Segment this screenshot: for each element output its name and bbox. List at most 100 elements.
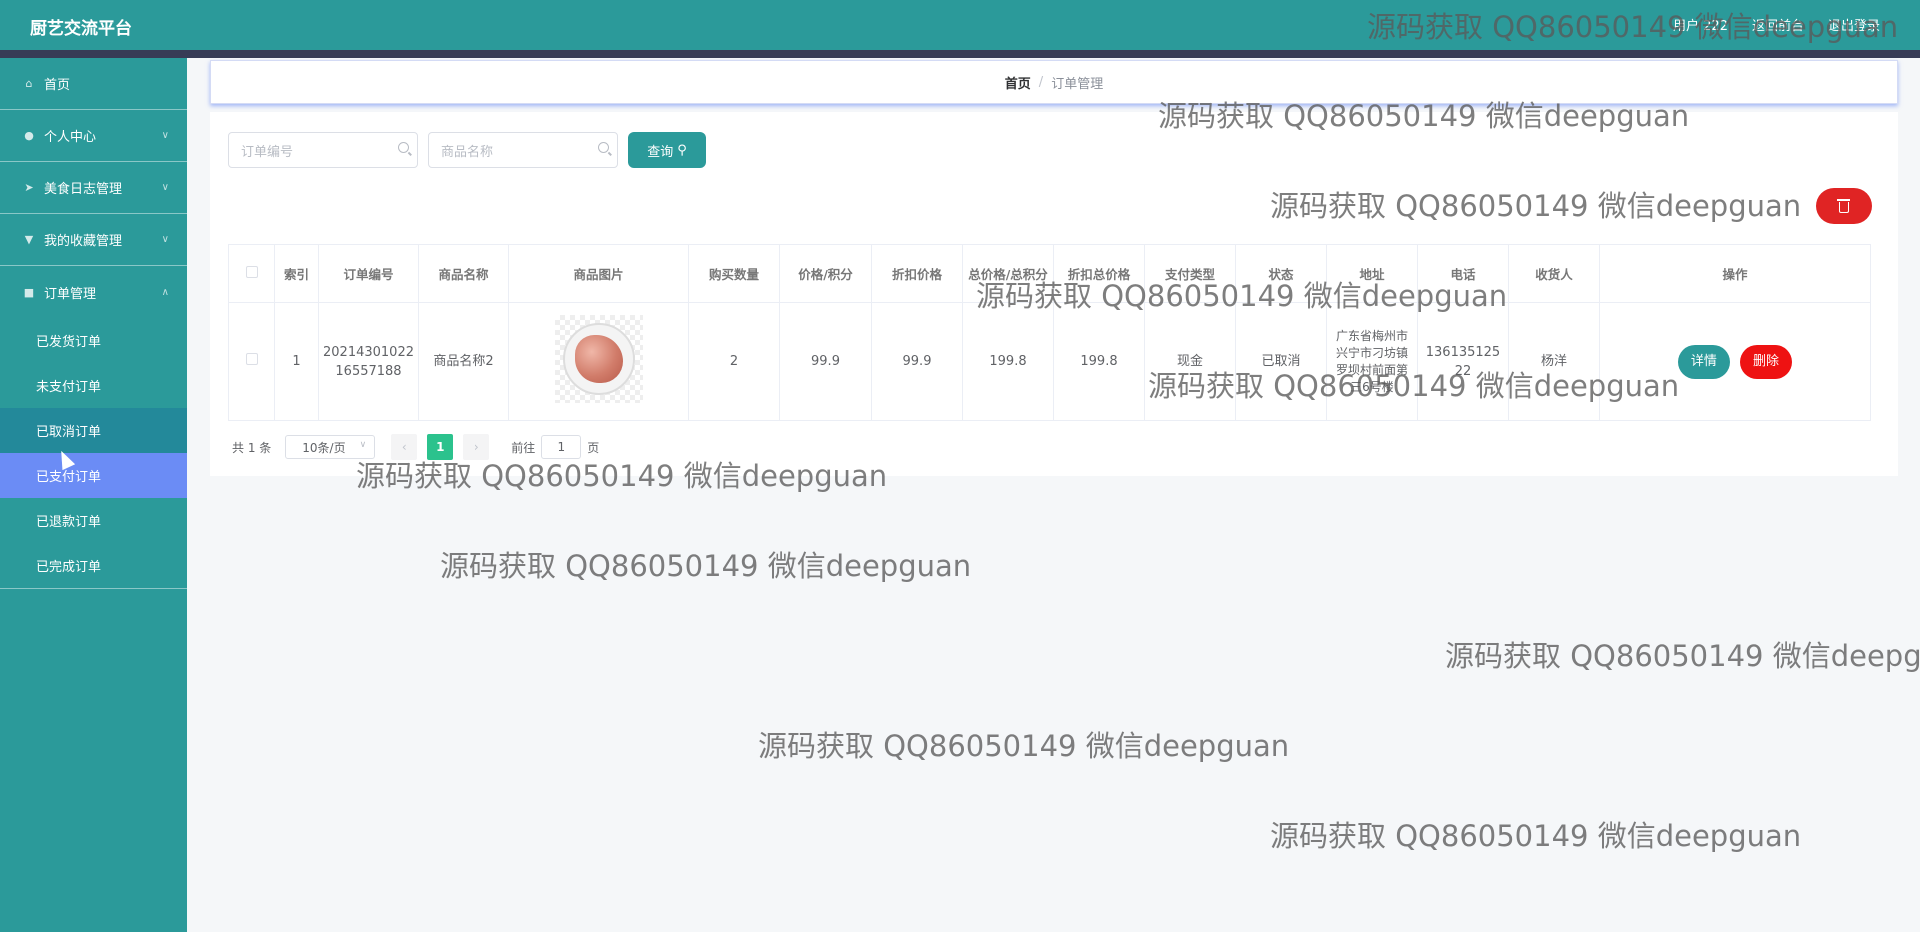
sidebar-subitem-shipped[interactable]: 已发货订单	[0, 318, 187, 363]
product-image[interactable]	[554, 314, 643, 403]
search-icon	[398, 142, 409, 153]
select-all-cell[interactable]	[228, 244, 275, 303]
sidebar-item-personal[interactable]: ● 个人中心 ∨	[0, 110, 187, 162]
send-icon: ➤	[24, 181, 34, 194]
column-header: 购买数量	[688, 244, 780, 303]
front-page-link[interactable]: 返回前台	[1752, 15, 1804, 34]
query-button-label: 查询	[647, 144, 674, 160]
sidebar-item-food-log[interactable]: ➤ 美食日志管理 ∨	[0, 162, 187, 214]
batch-delete-button[interactable]	[1816, 188, 1872, 224]
sidebar-subitem-paid[interactable]: 已支付订单	[0, 453, 187, 498]
sidebar-item-label: 我的收藏管理	[44, 234, 123, 249]
query-button[interactable]: 查询 ⚲	[628, 132, 706, 168]
address-cell: 广东省梅州市兴宁市刁坊镇罗坝村前面第三6号楼	[1326, 302, 1418, 421]
order-no-placeholder: 订单编号	[241, 144, 294, 160]
column-header: 价格/积分	[779, 244, 872, 303]
content-panel: 订单编号 商品名称 查询 ⚲ 索引 订单编号 商品名称 商品图片 购买数量 价格…	[210, 112, 1898, 476]
goto-suffix: 页	[587, 440, 600, 455]
column-header: 索引	[274, 244, 319, 303]
select-all-checkbox[interactable]	[245, 266, 258, 278]
column-header: 商品图片	[508, 244, 689, 303]
sidebar: ⌂ 首页 ● 个人中心 ∨ ➤ 美食日志管理 ∨ ▼ 我的收藏管理 ∨ ■ 订单…	[0, 58, 187, 932]
column-header: 收货人	[1508, 244, 1600, 303]
breadcrumb-separator: /	[1038, 74, 1044, 90]
trash-icon	[1837, 199, 1850, 213]
sidebar-subitem-cancelled[interactable]: 已取消订单	[0, 408, 187, 453]
table-row: 1 2021430102216557188 商品名称2 2 99.9 99.9 …	[228, 302, 1871, 421]
receiver-cell: 杨洋	[1508, 302, 1600, 421]
actions-cell: 详情 删除	[1599, 302, 1871, 421]
column-header: 总价格/总积分	[962, 244, 1054, 303]
column-header: 电话	[1417, 244, 1509, 303]
sidebar-item-label: 个人中心	[44, 130, 97, 145]
home-icon: ⌂	[25, 77, 33, 90]
product-image-cell	[508, 302, 689, 421]
pay-type-cell: 现金	[1144, 302, 1236, 421]
sidebar-subitem-completed[interactable]: 已完成订单	[0, 543, 187, 588]
row-checkbox[interactable]	[245, 353, 258, 365]
orders-table: 索引 订单编号 商品名称 商品图片 购买数量 价格/积分 折扣价格 总价格/总积…	[228, 244, 1871, 421]
phone-cell: 13613512522	[1417, 302, 1509, 421]
breadcrumb-current: 订单管理	[1051, 76, 1104, 92]
search-icon	[598, 142, 609, 153]
header-divider	[0, 50, 1920, 58]
sidebar-item-label: 美食日志管理	[44, 182, 123, 197]
column-header: 操作	[1599, 244, 1871, 303]
discount-price-cell: 99.9	[871, 302, 963, 421]
sidebar-item-orders[interactable]: ■ 订单管理 ∧	[0, 266, 187, 318]
orders-submenu: 已发货订单 未支付订单 已取消订单 已支付订单 已退款订单 已完成订单	[0, 318, 187, 589]
sidebar-item-label: 订单管理	[44, 286, 97, 302]
sidebar-subitem-refunded[interactable]: 已退款订单	[0, 498, 187, 543]
goto-page-input[interactable]: 1	[541, 435, 582, 459]
price-cell: 99.9	[779, 302, 872, 421]
header-actions: 用户 222 返回前台 退出登录	[1673, 15, 1880, 34]
index-cell: 1	[274, 302, 319, 421]
total-cell: 199.8	[962, 302, 1054, 421]
watermark: 源码获取 QQ86050149 微信deepguan	[1445, 639, 1920, 673]
order-no-cell: 2021430102216557188	[318, 302, 419, 421]
document-icon: ■	[23, 285, 35, 299]
chevron-down-icon: ∨	[359, 440, 367, 450]
user-label: 用户 222	[1673, 19, 1728, 34]
sidebar-item-home[interactable]: ⌂ 首页	[0, 58, 187, 110]
column-header: 地址	[1326, 244, 1418, 303]
quantity-cell: 2	[688, 302, 780, 421]
delete-button[interactable]: 删除	[1740, 344, 1793, 379]
page-size-value: 10条/页	[302, 440, 346, 455]
column-header: 折扣价格	[871, 244, 963, 303]
product-name-cell: 商品名称2	[418, 302, 509, 421]
page-number-button[interactable]: 1	[427, 434, 454, 460]
column-header: 折扣总价格	[1053, 244, 1145, 303]
watermark: 源码获取 QQ86050149 微信deepguan	[1270, 819, 1802, 853]
product-name-search-input[interactable]: 商品名称	[428, 132, 618, 168]
next-page-button[interactable]: ›	[463, 434, 490, 460]
page-size-select[interactable]: 10条/页 ∨	[285, 435, 376, 459]
chevron-up-icon: ∧	[161, 286, 169, 298]
search-icon: ⚲	[677, 142, 687, 158]
column-header: 支付类型	[1144, 244, 1236, 303]
column-header: 状态	[1235, 244, 1327, 303]
sidebar-item-favorites[interactable]: ▼ 我的收藏管理 ∨	[0, 214, 187, 266]
chevron-down-icon: ∨	[161, 234, 169, 245]
sidebar-subitem-unpaid[interactable]: 未支付订单	[0, 363, 187, 408]
status-cell: 已取消	[1235, 302, 1327, 421]
chevron-down-icon: ∨	[161, 130, 169, 141]
top-bar: 厨艺交流平台 用户 222 返回前台 退出登录	[0, 0, 1920, 50]
goto-page: 前往 1 页	[511, 435, 599, 459]
user-icon: ●	[24, 129, 34, 142]
prev-page-button[interactable]: ‹	[391, 434, 418, 460]
table-header-row: 索引 订单编号 商品名称 商品图片 购买数量 价格/积分 折扣价格 总价格/总积…	[228, 244, 1871, 303]
watermark: 源码获取 QQ86050149 微信deepguan	[440, 549, 972, 583]
column-header: 订单编号	[318, 244, 419, 303]
site-title: 厨艺交流平台	[30, 19, 132, 39]
order-no-search-input[interactable]: 订单编号	[228, 132, 418, 168]
watermark: 源码获取 QQ86050149 微信deepguan	[758, 729, 1290, 763]
pagination: 共 1 条 10条/页 ∨ ‹ 1 › 前往 1 页	[232, 434, 599, 460]
logout-link[interactable]: 退出登录	[1828, 15, 1880, 34]
goto-label: 前往	[511, 440, 536, 455]
breadcrumb-home[interactable]: 首页	[1005, 73, 1031, 92]
column-header: 商品名称	[418, 244, 509, 303]
row-select-cell[interactable]	[228, 302, 275, 421]
detail-button[interactable]: 详情	[1677, 344, 1730, 379]
discount-total-cell: 199.8	[1053, 302, 1145, 421]
